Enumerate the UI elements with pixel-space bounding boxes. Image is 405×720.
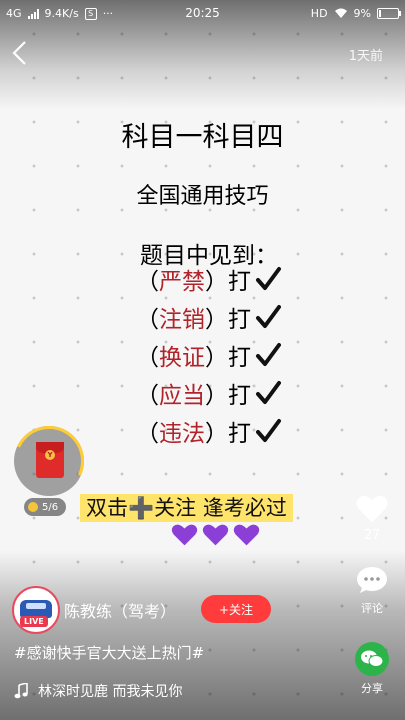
bracket-close: ）: [205, 421, 228, 447]
rule-action: 打: [228, 421, 251, 447]
post-title: 科目一科目四: [121, 122, 284, 153]
music-row[interactable]: 林深时见鹿 而我未见你: [14, 681, 182, 701]
rule-line: （注销）打: [136, 300, 281, 334]
rule-keyword: 应当: [159, 383, 205, 409]
purple-heart-icon: [202, 524, 229, 546]
purple-hearts: [170, 520, 261, 549]
bracket-open: （: [136, 345, 159, 371]
checkmark-icon: [256, 343, 281, 366]
bracket-open: （: [136, 421, 159, 447]
checkmark-icon: [256, 419, 281, 442]
bracket-close: ）: [205, 383, 228, 409]
rule-action: 打: [228, 345, 251, 371]
checkmark-icon: [256, 305, 281, 328]
rule-action: 打: [228, 383, 251, 409]
rule-keyword: 严禁: [159, 269, 205, 295]
follow-button[interactable]: +关注: [201, 595, 271, 623]
wifi-icon: [334, 8, 347, 18]
status-bar: 4G 9.4K/s S ··· 20:25 HD 9%: [0, 0, 405, 26]
battery-percent: 9%: [353, 7, 371, 20]
checkmark-icon: [256, 381, 281, 404]
bracket-close: ）: [205, 269, 228, 295]
comment-icon: [357, 567, 387, 593]
back-button[interactable]: [10, 40, 28, 72]
hd-label: HD: [310, 7, 328, 20]
red-envelope-icon: Y: [36, 442, 64, 478]
like-count: 27: [363, 528, 381, 543]
post-subtitle: 全国通用技巧: [136, 184, 269, 209]
hashtag-link[interactable]: #感谢快手官大大送上热门#: [14, 642, 204, 663]
purple-heart-icon: [171, 524, 198, 546]
bracket-close: ）: [205, 345, 228, 371]
chevron-left-icon: [12, 41, 26, 65]
envelope-count: 5/6: [42, 501, 59, 513]
comment-label: 评论: [361, 602, 383, 615]
rule-keyword: 换证: [159, 345, 205, 371]
like-button[interactable]: 27: [353, 492, 391, 543]
rule-keyword: 违法: [159, 421, 205, 447]
rule-action: 打: [228, 307, 251, 333]
purple-heart-icon: [233, 524, 260, 546]
rule-line: （违法）打: [136, 414, 281, 448]
author-name[interactable]: 陈教练（驾考）: [64, 598, 176, 622]
share-button[interactable]: 分享: [352, 642, 392, 696]
music-title: 林深时见鹿 而我未见你: [38, 684, 183, 700]
coin-icon: [28, 502, 38, 512]
rule-line: （换证）打: [136, 338, 281, 372]
bracket-open: （: [136, 307, 159, 333]
bracket-open: （: [136, 269, 159, 295]
heart-icon: [356, 495, 388, 523]
video-caption: 双击➕关注 逢考必过: [80, 494, 293, 522]
rule-action: 打: [228, 269, 251, 295]
live-badge: LIVE: [20, 616, 48, 627]
rule-line: （应当）打: [136, 376, 281, 410]
rule-keyword: 注销: [159, 307, 205, 333]
wechat-icon: [355, 642, 389, 676]
coin-icon: Y: [45, 450, 55, 460]
red-envelope-button[interactable]: Y: [4, 416, 94, 506]
comment-button[interactable]: 评论: [352, 566, 392, 616]
bracket-open: （: [136, 383, 159, 409]
bracket-close: ）: [205, 307, 228, 333]
battery-icon: [377, 8, 401, 19]
rule-line: （严禁）打: [136, 262, 281, 296]
checkmark-icon: [256, 267, 281, 290]
music-note-icon: [14, 683, 28, 699]
share-label: 分享: [361, 682, 383, 695]
post-time: 1天前: [348, 49, 383, 64]
envelope-counter: 5/6: [24, 498, 67, 516]
